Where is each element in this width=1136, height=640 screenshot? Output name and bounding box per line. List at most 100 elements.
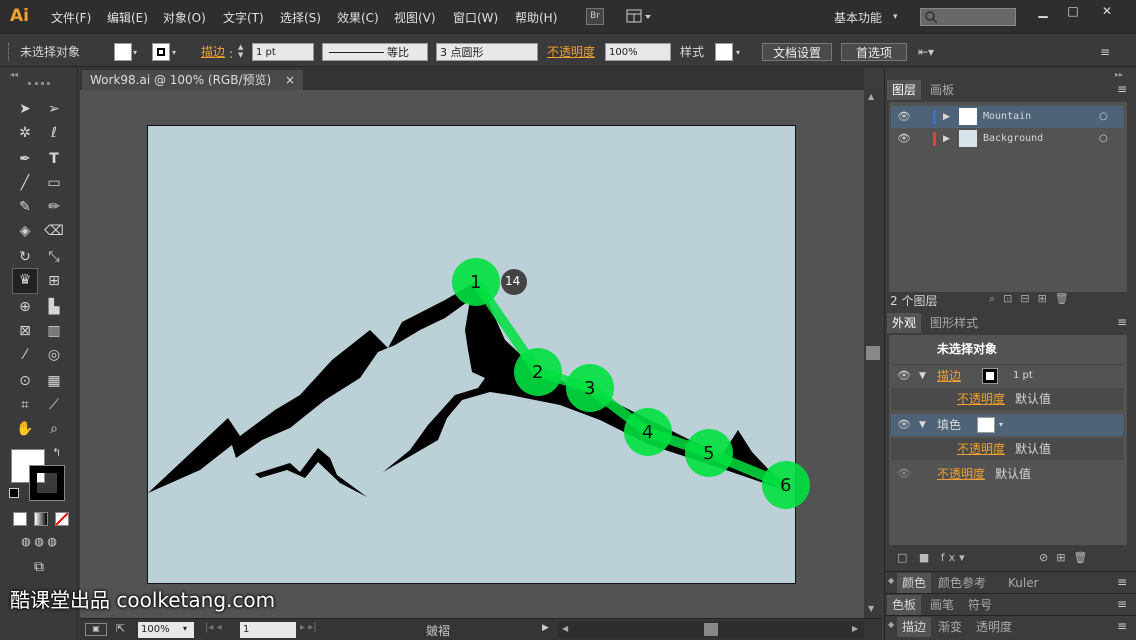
layer-row-background[interactable]: 👁 ▶ Background ○: [891, 128, 1123, 150]
eye-icon[interactable]: 👁: [897, 365, 911, 387]
tab-layers[interactable]: 图层: [887, 80, 922, 100]
stroke-color-swatch[interactable]: [29, 465, 65, 501]
document-setup-button[interactable]: 文档设置: [762, 43, 832, 61]
color-mode-icon[interactable]: [13, 512, 27, 526]
gradient-tool-icon[interactable]: ▥: [43, 320, 65, 342]
opacity-label[interactable]: 不透明度: [957, 388, 1005, 410]
none-mode-icon[interactable]: [55, 512, 69, 526]
opacity-label[interactable]: 不透明度: [957, 438, 1005, 460]
tab-graphic-styles[interactable]: 图形样式: [925, 313, 983, 333]
blob-brush-tool-icon[interactable]: ◈: [14, 220, 36, 242]
appearance-global-opacity-row[interactable]: 👁 不透明度 默认值: [891, 463, 1123, 485]
target-icon[interactable]: ○: [1099, 106, 1108, 128]
stroke-label[interactable]: 描边: [937, 365, 961, 387]
tab-color-guide[interactable]: 颜色参考: [933, 573, 991, 593]
opacity-label[interactable]: 不透明度: [937, 463, 985, 485]
eye-icon[interactable]: 👁: [897, 128, 911, 150]
fill-swatch[interactable]: [114, 43, 132, 61]
expand-icon[interactable]: ▶: [943, 128, 950, 150]
tab-stroke[interactable]: 描边: [897, 617, 932, 637]
panel-menu-icon[interactable]: ≡: [1100, 45, 1110, 59]
mesh-tool-icon[interactable]: ⊠: [14, 320, 36, 342]
eyedropper-tool-icon[interactable]: ⁄: [14, 344, 36, 366]
stroke-swatch[interactable]: [152, 43, 170, 61]
scroll-thumb[interactable]: [704, 623, 718, 636]
tab-transparency[interactable]: 透明度: [971, 617, 1017, 637]
expand-icon[interactable]: ◆: [888, 620, 894, 629]
layer-name[interactable]: Mountain: [983, 106, 1031, 128]
swap-colors-icon[interactable]: ↰: [52, 446, 61, 459]
stroke-swatch[interactable]: [982, 368, 998, 384]
menu-select[interactable]: 选择(S): [280, 9, 321, 26]
eye-icon[interactable]: 👁: [897, 463, 911, 485]
maximize-button[interactable]: □: [1058, 2, 1088, 20]
paintbrush-tool-icon[interactable]: ✎: [14, 196, 36, 218]
stroke-weight-field[interactable]: 1 pt: [252, 43, 314, 61]
column-graph-tool-icon[interactable]: ▦: [43, 370, 65, 392]
magic-wand-tool-icon[interactable]: ✲: [14, 122, 36, 144]
zoom-tool-icon[interactable]: ⌕: [43, 418, 65, 440]
scroll-down-icon[interactable]: ▼: [868, 604, 874, 613]
scroll-up-icon[interactable]: ▲: [868, 92, 874, 101]
fill-label[interactable]: 填色: [937, 414, 961, 436]
expand-icon[interactable]: ▼: [919, 365, 926, 387]
stroke-stepper[interactable]: ▲ ▼: [238, 43, 250, 61]
bridge-button[interactable]: Br: [586, 8, 604, 25]
horizontal-scrollbar[interactable]: ◀ ▶: [558, 621, 864, 638]
pen-tool-icon[interactable]: ✒: [14, 148, 36, 170]
perspective-grid-tool-icon[interactable]: ▙: [43, 296, 65, 318]
selection-tool-icon[interactable]: ➤: [14, 98, 36, 120]
export-icon[interactable]: ⇱: [116, 622, 125, 635]
rotate-tool-icon[interactable]: ↻: [14, 246, 36, 268]
menu-type[interactable]: 文字(T): [223, 9, 264, 26]
opacity-field[interactable]: 100%: [605, 43, 671, 61]
panel-menu-icon[interactable]: ≡: [1117, 597, 1127, 611]
layer-name[interactable]: Background: [983, 128, 1043, 150]
chevron-down-icon[interactable]: ▾: [133, 48, 137, 57]
collapse-icon[interactable]: ◂◂: [10, 70, 18, 79]
next-artboard-icon[interactable]: ▸ ▸|: [300, 622, 317, 633]
scroll-thumb[interactable]: [866, 346, 880, 360]
layer-row-mountain[interactable]: 👁 ▶ Mountain ○: [891, 106, 1123, 128]
stroke-profile-select[interactable]: 等比: [322, 43, 428, 61]
minimize-button[interactable]: ▁: [1028, 2, 1058, 20]
brush-select[interactable]: 3 点圆形: [436, 43, 538, 61]
close-button[interactable]: ✕: [1092, 2, 1122, 20]
chevron-down-icon[interactable]: ▾: [172, 48, 176, 57]
first-artboard-icon[interactable]: |◂ ◂: [205, 622, 222, 633]
tab-appearance[interactable]: 外观: [887, 313, 922, 333]
tab-symbols[interactable]: 符号: [963, 595, 997, 615]
tab-brushes[interactable]: 画笔: [925, 595, 959, 615]
panel-menu-icon[interactable]: ≡: [1117, 82, 1127, 96]
menu-edit[interactable]: 编辑(E): [107, 9, 148, 26]
rectangle-tool-icon[interactable]: ▭: [43, 172, 65, 194]
eye-icon[interactable]: 👁: [897, 106, 911, 128]
eye-icon[interactable]: 👁: [897, 414, 911, 436]
panel-menu-icon[interactable]: ≡: [1117, 575, 1127, 589]
drawing-modes-icon[interactable]: ◍ ◍ ◍: [9, 534, 69, 550]
tab-color[interactable]: 颜色: [897, 573, 932, 593]
appearance-opacity-row[interactable]: 不透明度 默认值: [891, 388, 1123, 410]
gradient-mode-icon[interactable]: [34, 512, 48, 526]
menu-help[interactable]: 帮助(H): [515, 9, 557, 26]
style-swatch[interactable]: [715, 43, 733, 61]
expand-icon[interactable]: ▶: [943, 106, 950, 128]
appearance-fill-opacity-row[interactable]: 不透明度 默认值: [891, 438, 1123, 460]
expand-icon[interactable]: ◆: [888, 576, 894, 585]
appearance-actions-icons[interactable]: □ ■ fx▾: [897, 551, 969, 564]
tab-kuler[interactable]: Kuler: [1003, 573, 1044, 593]
fill-swatch[interactable]: [977, 417, 995, 433]
scroll-right-icon[interactable]: ▶: [852, 624, 858, 633]
crystallize-tool-icon[interactable]: ♛: [12, 268, 38, 294]
workspace-switcher[interactable]: 基本功能: [834, 9, 882, 26]
gpu-icon[interactable]: ▣: [85, 623, 107, 636]
preferences-button[interactable]: 首选项: [841, 43, 907, 61]
screen-mode-icon[interactable]: ⧉: [28, 556, 50, 578]
direct-selection-tool-icon[interactable]: ➢: [43, 98, 65, 120]
appearance-delete-icons[interactable]: ⊘⊞🗑: [1039, 551, 1095, 564]
free-transform-tool-icon[interactable]: ⊞: [43, 270, 65, 292]
appearance-stroke-row[interactable]: 👁 ▼ 描边 1 pt: [891, 364, 1123, 386]
appearance-fill-row[interactable]: 👁 ▼ 填色 ▾: [891, 414, 1123, 436]
arrange-documents-icon[interactable]: [626, 9, 652, 24]
default-colors-icon[interactable]: [9, 488, 19, 498]
